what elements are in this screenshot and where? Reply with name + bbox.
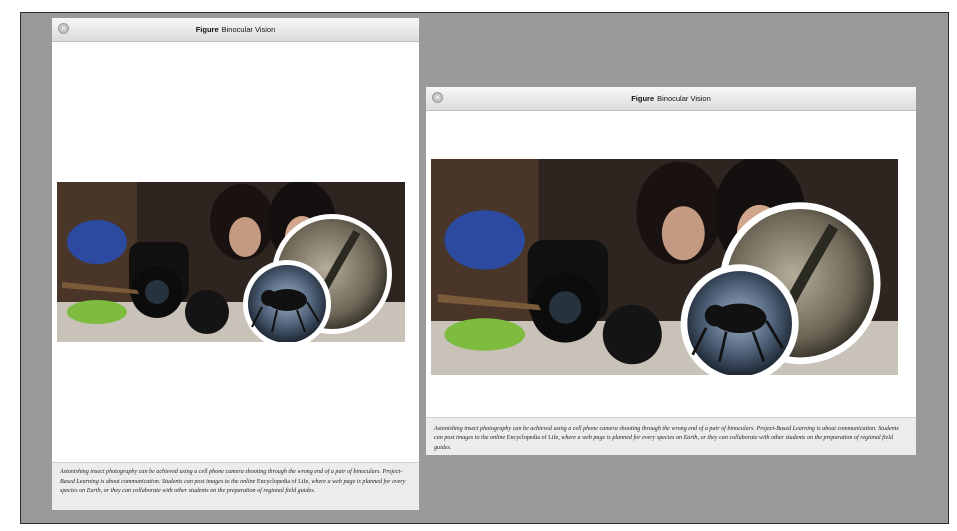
close-icon[interactable]: ×	[432, 92, 443, 103]
caption-link[interactable]: Encyclopedia of Life	[257, 479, 308, 485]
figure-label: Figure	[631, 94, 655, 103]
figure-title: Binocular Vision	[657, 94, 711, 103]
figure-viewer-left: × Figure Binocular Vision Astonishing in…	[52, 18, 419, 510]
figure-caption: Astonishing insect photography can be ac…	[426, 417, 916, 455]
figure-caption: Astonishing insect photography can be ac…	[52, 462, 419, 510]
figure-label: Figure	[195, 25, 219, 34]
caption-link[interactable]: Encyclopedia of Life	[507, 435, 558, 441]
figure-viewer-right: × Figure Binocular Vision Astonishing in…	[426, 87, 916, 455]
close-icon[interactable]: ×	[58, 23, 69, 34]
figure-photo	[431, 159, 898, 375]
figure-title: Binocular Vision	[221, 25, 276, 34]
viewer-titlebar: × Figure Binocular Vision	[52, 18, 419, 42]
figure-photo	[57, 182, 405, 342]
viewer-titlebar: × Figure Binocular Vision	[426, 87, 916, 111]
